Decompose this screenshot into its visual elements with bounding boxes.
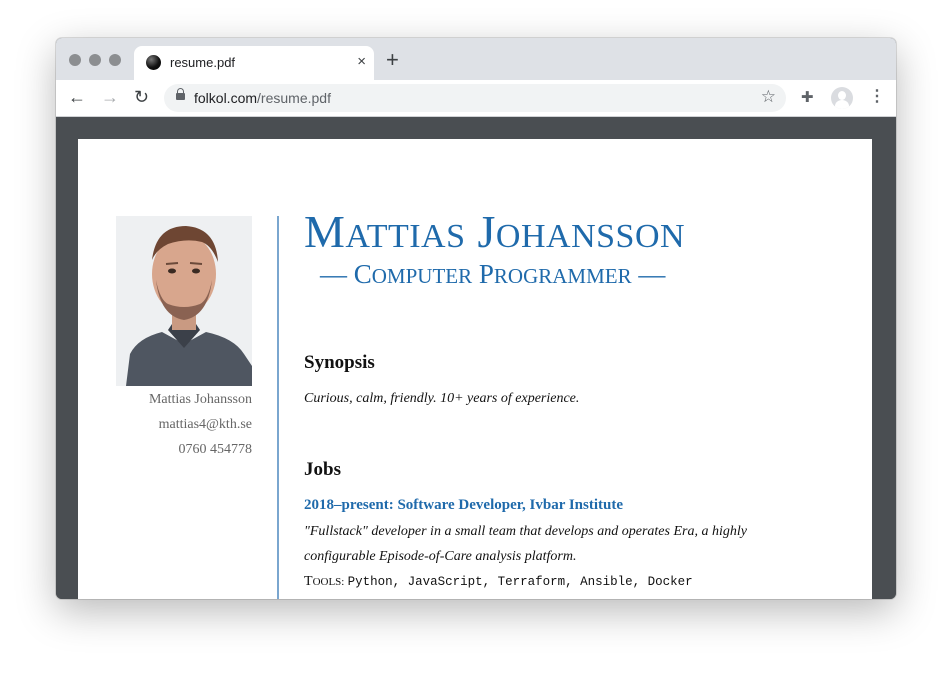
maximize-window-button[interactable] <box>109 54 121 66</box>
name-last-initial: J <box>477 206 496 257</box>
job-desc-line1: "Fullstack" developer in a small team th… <box>304 524 747 539</box>
tools-list: Python, JavaScript, Terraform, Ansible, … <box>347 575 693 589</box>
puzzle-icon[interactable]: ✚ <box>801 88 814 106</box>
url-text[interactable]: folkol.com/resume.pdf <box>194 90 331 106</box>
tab-close-icon[interactable]: × <box>357 53 366 70</box>
sidebar-phone: 0760 454778 <box>178 442 253 457</box>
profile-icon[interactable] <box>831 87 853 109</box>
close-window-button[interactable] <box>69 54 81 66</box>
star-icon[interactable]: ☆ <box>761 87 776 107</box>
name-first-rest: ATTIAS <box>345 218 466 255</box>
subtitle-w1-rest: OMPUTER <box>371 264 473 288</box>
url-path: /resume.pdf <box>257 90 331 106</box>
pdf-viewer[interactable]: Mattias Johansson mattias4@kth.se 0760 4… <box>56 117 896 599</box>
tools-label-rest: OOLS: <box>312 576 345 588</box>
name-last-rest: OHANSSON <box>495 218 686 255</box>
browser-toolbar: ← → ↻ folkol.com/resume.pdf ☆ ✚ ⋮ <box>56 80 896 117</box>
url-host: folkol.com <box>194 90 258 106</box>
job-tools: TOOLS: Python, JavaScript, Terraform, An… <box>304 573 693 590</box>
tab-title: resume.pdf <box>170 55 236 70</box>
profile-photo <box>116 216 252 386</box>
back-button[interactable]: ← <box>68 87 86 107</box>
synopsis-heading: Synopsis <box>304 352 375 373</box>
kebab-menu-icon[interactable]: ⋮ <box>869 87 885 107</box>
tab-resume[interactable]: resume.pdf × <box>134 46 374 80</box>
pdf-page: Mattias Johansson mattias4@kth.se 0760 4… <box>78 139 872 599</box>
job-desc-line2: configurable Episode-of-Care analysis pl… <box>304 549 577 564</box>
subtitle-w2-initial: P <box>478 259 494 289</box>
resume-subtitle: — COMPUTER PROGRAMMER — <box>320 259 665 290</box>
sidebar-email: mattias4@kth.se <box>158 417 252 432</box>
resume-name: MATTIAS JOHANSSON <box>304 205 685 258</box>
sidebar-name: Mattias Johansson <box>148 392 252 407</box>
job-title: 2018–present: Software Developer, Ivbar … <box>304 497 624 513</box>
name-first-initial: M <box>304 206 346 257</box>
tools-label: TOOLS: <box>304 574 344 589</box>
subtitle-dash-left: — <box>320 259 354 289</box>
vertical-divider <box>277 216 279 599</box>
minimize-window-button[interactable] <box>89 54 101 66</box>
reload-button[interactable]: ↻ <box>134 87 149 107</box>
jobs-heading: Jobs <box>304 459 341 480</box>
address-bar[interactable]: folkol.com/resume.pdf ☆ <box>164 84 786 112</box>
forward-button[interactable]: → <box>101 87 119 107</box>
favicon-icon <box>146 55 161 70</box>
tools-label-initial: T <box>304 574 313 589</box>
portrait-image <box>116 216 252 386</box>
synopsis-text: Curious, calm, friendly. 10+ years of ex… <box>304 391 580 406</box>
subtitle-dash-right: — <box>631 259 666 289</box>
browser-window: resume.pdf × + ← → ↻ folkol.com/resume.p… <box>56 38 896 599</box>
tab-strip: resume.pdf × + <box>56 38 896 80</box>
lock-icon[interactable] <box>176 88 185 100</box>
subtitle-w2-rest: ROGRAMMER <box>493 264 632 288</box>
subtitle-w1-initial: C <box>353 259 372 289</box>
new-tab-button[interactable]: + <box>386 49 399 71</box>
